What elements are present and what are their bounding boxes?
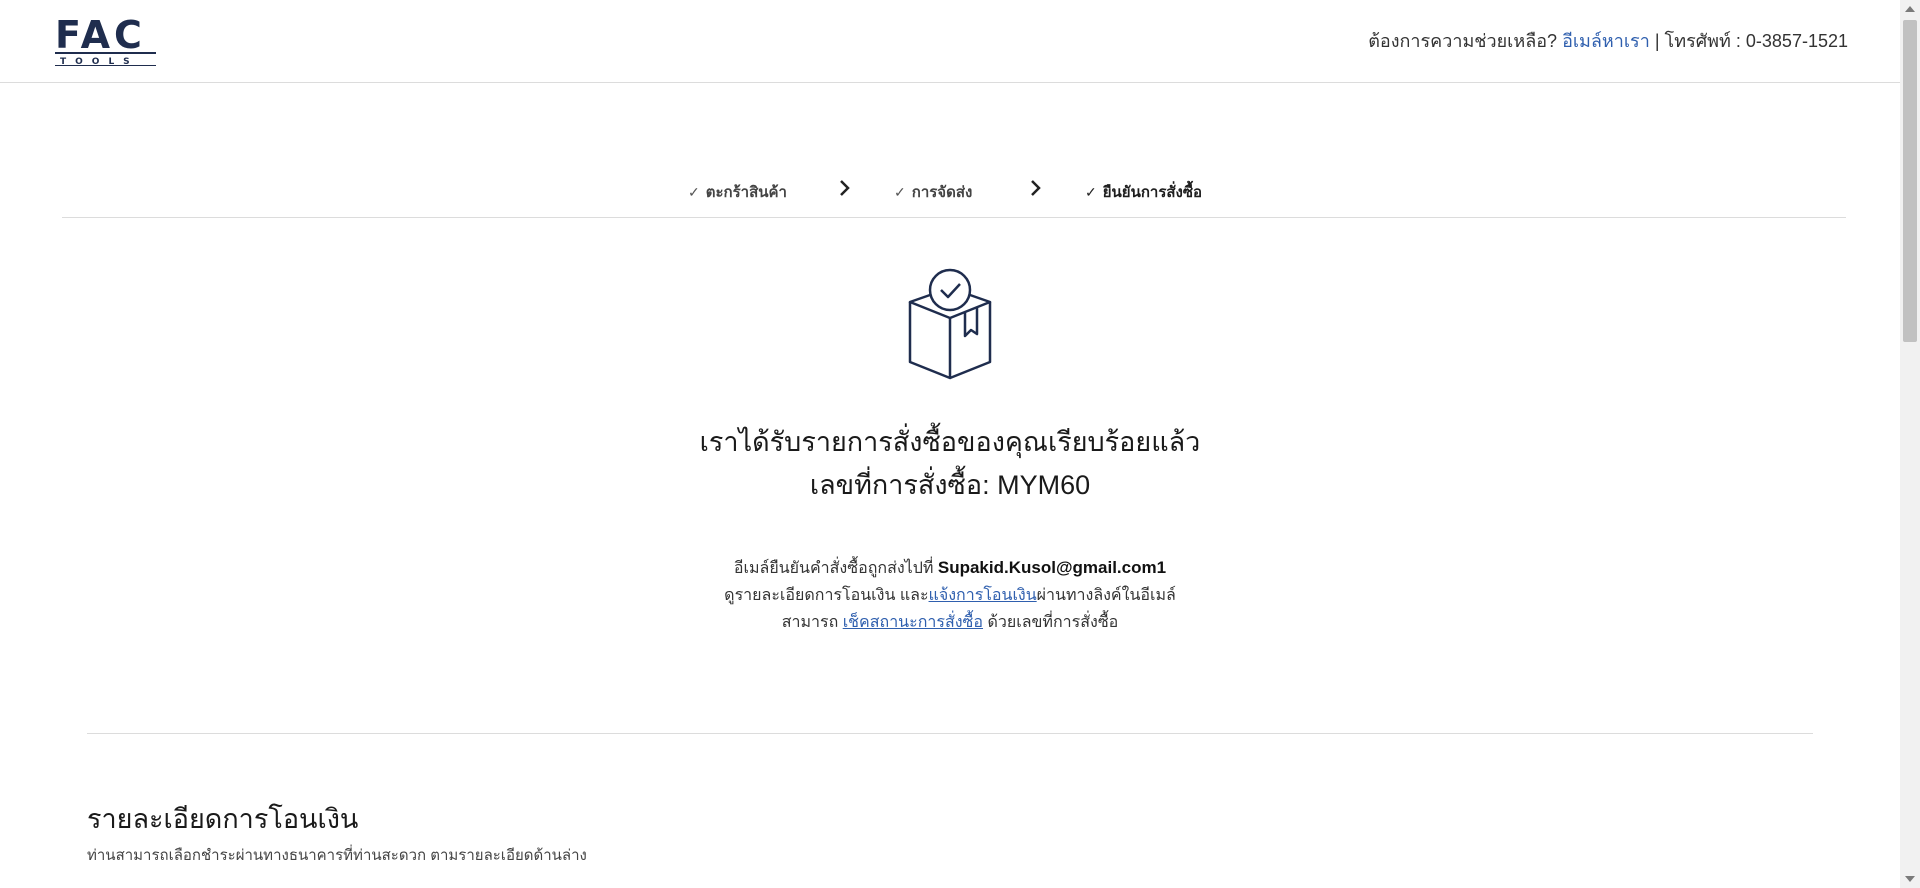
- transfer-suffix: ผ่านทางลิงค์ในอีเมล์: [1036, 587, 1176, 604]
- svg-text:FAC: FAC: [55, 14, 146, 57]
- check-icon: ✓: [688, 183, 700, 200]
- order-number: MYM60: [997, 470, 1091, 500]
- page-scrollbar[interactable]: [1900, 0, 1920, 888]
- svg-text:TOOLS: TOOLS: [60, 57, 139, 66]
- order-number-line: เลขที่การสั่งซื้อ: MYM60: [0, 463, 1900, 506]
- notify-transfer-link[interactable]: แจ้งการโอนเงิน: [929, 587, 1037, 604]
- transfer-line: ดูรายละเอียดการโอนเงิน และแจ้งการโอนเงิน…: [0, 583, 1900, 608]
- email-sent-line: อีเมล์ยืนยันคำสั่งซื้อถูกส่งไปที่ Supaki…: [0, 556, 1900, 581]
- step-label: ยืนยันการสั่งซื้อ: [1102, 184, 1203, 201]
- step-cart[interactable]: ✓ ตะกร้าสินค้า: [688, 180, 787, 204]
- scroll-down-icon[interactable]: [1905, 876, 1915, 882]
- section-divider: [87, 733, 1813, 734]
- fac-tools-logo[interactable]: FAC TOOLS: [55, 14, 159, 66]
- customer-email: Supakid.Kusol@gmail.com1: [937, 558, 1167, 577]
- scrollbar-thumb[interactable]: [1903, 20, 1917, 342]
- chevron-right-icon: [840, 180, 850, 196]
- status-suffix: ด้วยเลขที่การสั่งซื้อ: [987, 614, 1119, 631]
- step-label: การจัดส่ง: [911, 184, 973, 201]
- order-number-label: เลขที่การสั่งซื้อ:: [809, 470, 990, 500]
- check-order-status-link[interactable]: เช็คสถานะการสั่งซื้อ: [843, 614, 983, 631]
- confirmation-title: เราได้รับรายการสั่งซื้อของคุณเรียบร้อยแล…: [699, 427, 1201, 457]
- status-prefix: สามารถ: [781, 614, 839, 631]
- checkout-steps: ✓ ตะกร้าสินค้า ✓ การจัดส่ง ✓ ยืนยันการสั…: [62, 168, 1846, 218]
- step-label: ตะกร้าสินค้า: [705, 184, 787, 201]
- chevron-right-icon: [1031, 180, 1041, 196]
- transfer-prefix: ดูรายละเอียดการโอนเงิน และ: [724, 587, 929, 604]
- email-sent-text: อีเมล์ยืนยันคำสั่งซื้อถูกส่งไปที่: [733, 560, 934, 577]
- help-separator: |: [1654, 31, 1660, 51]
- help-contact: ต้องการความช่วยเหลือ? อีเมล์หาเรา | โทรศ…: [1368, 26, 1848, 55]
- site-header: FAC TOOLS ต้องการความช่วยเหลือ? อีเมล์หา…: [0, 0, 1900, 83]
- help-text: ต้องการความช่วยเหลือ?: [1368, 31, 1558, 51]
- check-icon: ✓: [894, 183, 906, 200]
- payment-section-subtitle: ท่านสามารถเลือกชำระผ่านทางธนาคารที่ท่านส…: [87, 847, 587, 864]
- check-icon: ✓: [1085, 183, 1097, 200]
- step-confirm[interactable]: ✓ ยืนยันการสั่งซื้อ: [1085, 180, 1202, 204]
- order-box-check-icon: [908, 268, 992, 380]
- payment-section-title: รายละเอียดการโอนเงิน: [87, 804, 359, 834]
- email-us-link[interactable]: อีเมล์หาเรา: [1562, 31, 1650, 51]
- phone-number: โทรศัพท์ : 0-3857-1521: [1664, 31, 1848, 51]
- step-shipping[interactable]: ✓ การจัดส่ง: [894, 180, 972, 204]
- status-line: สามารถ เช็คสถานะการสั่งซื้อ ด้วยเลขที่กา…: [0, 610, 1900, 635]
- scroll-up-icon[interactable]: [1905, 6, 1915, 12]
